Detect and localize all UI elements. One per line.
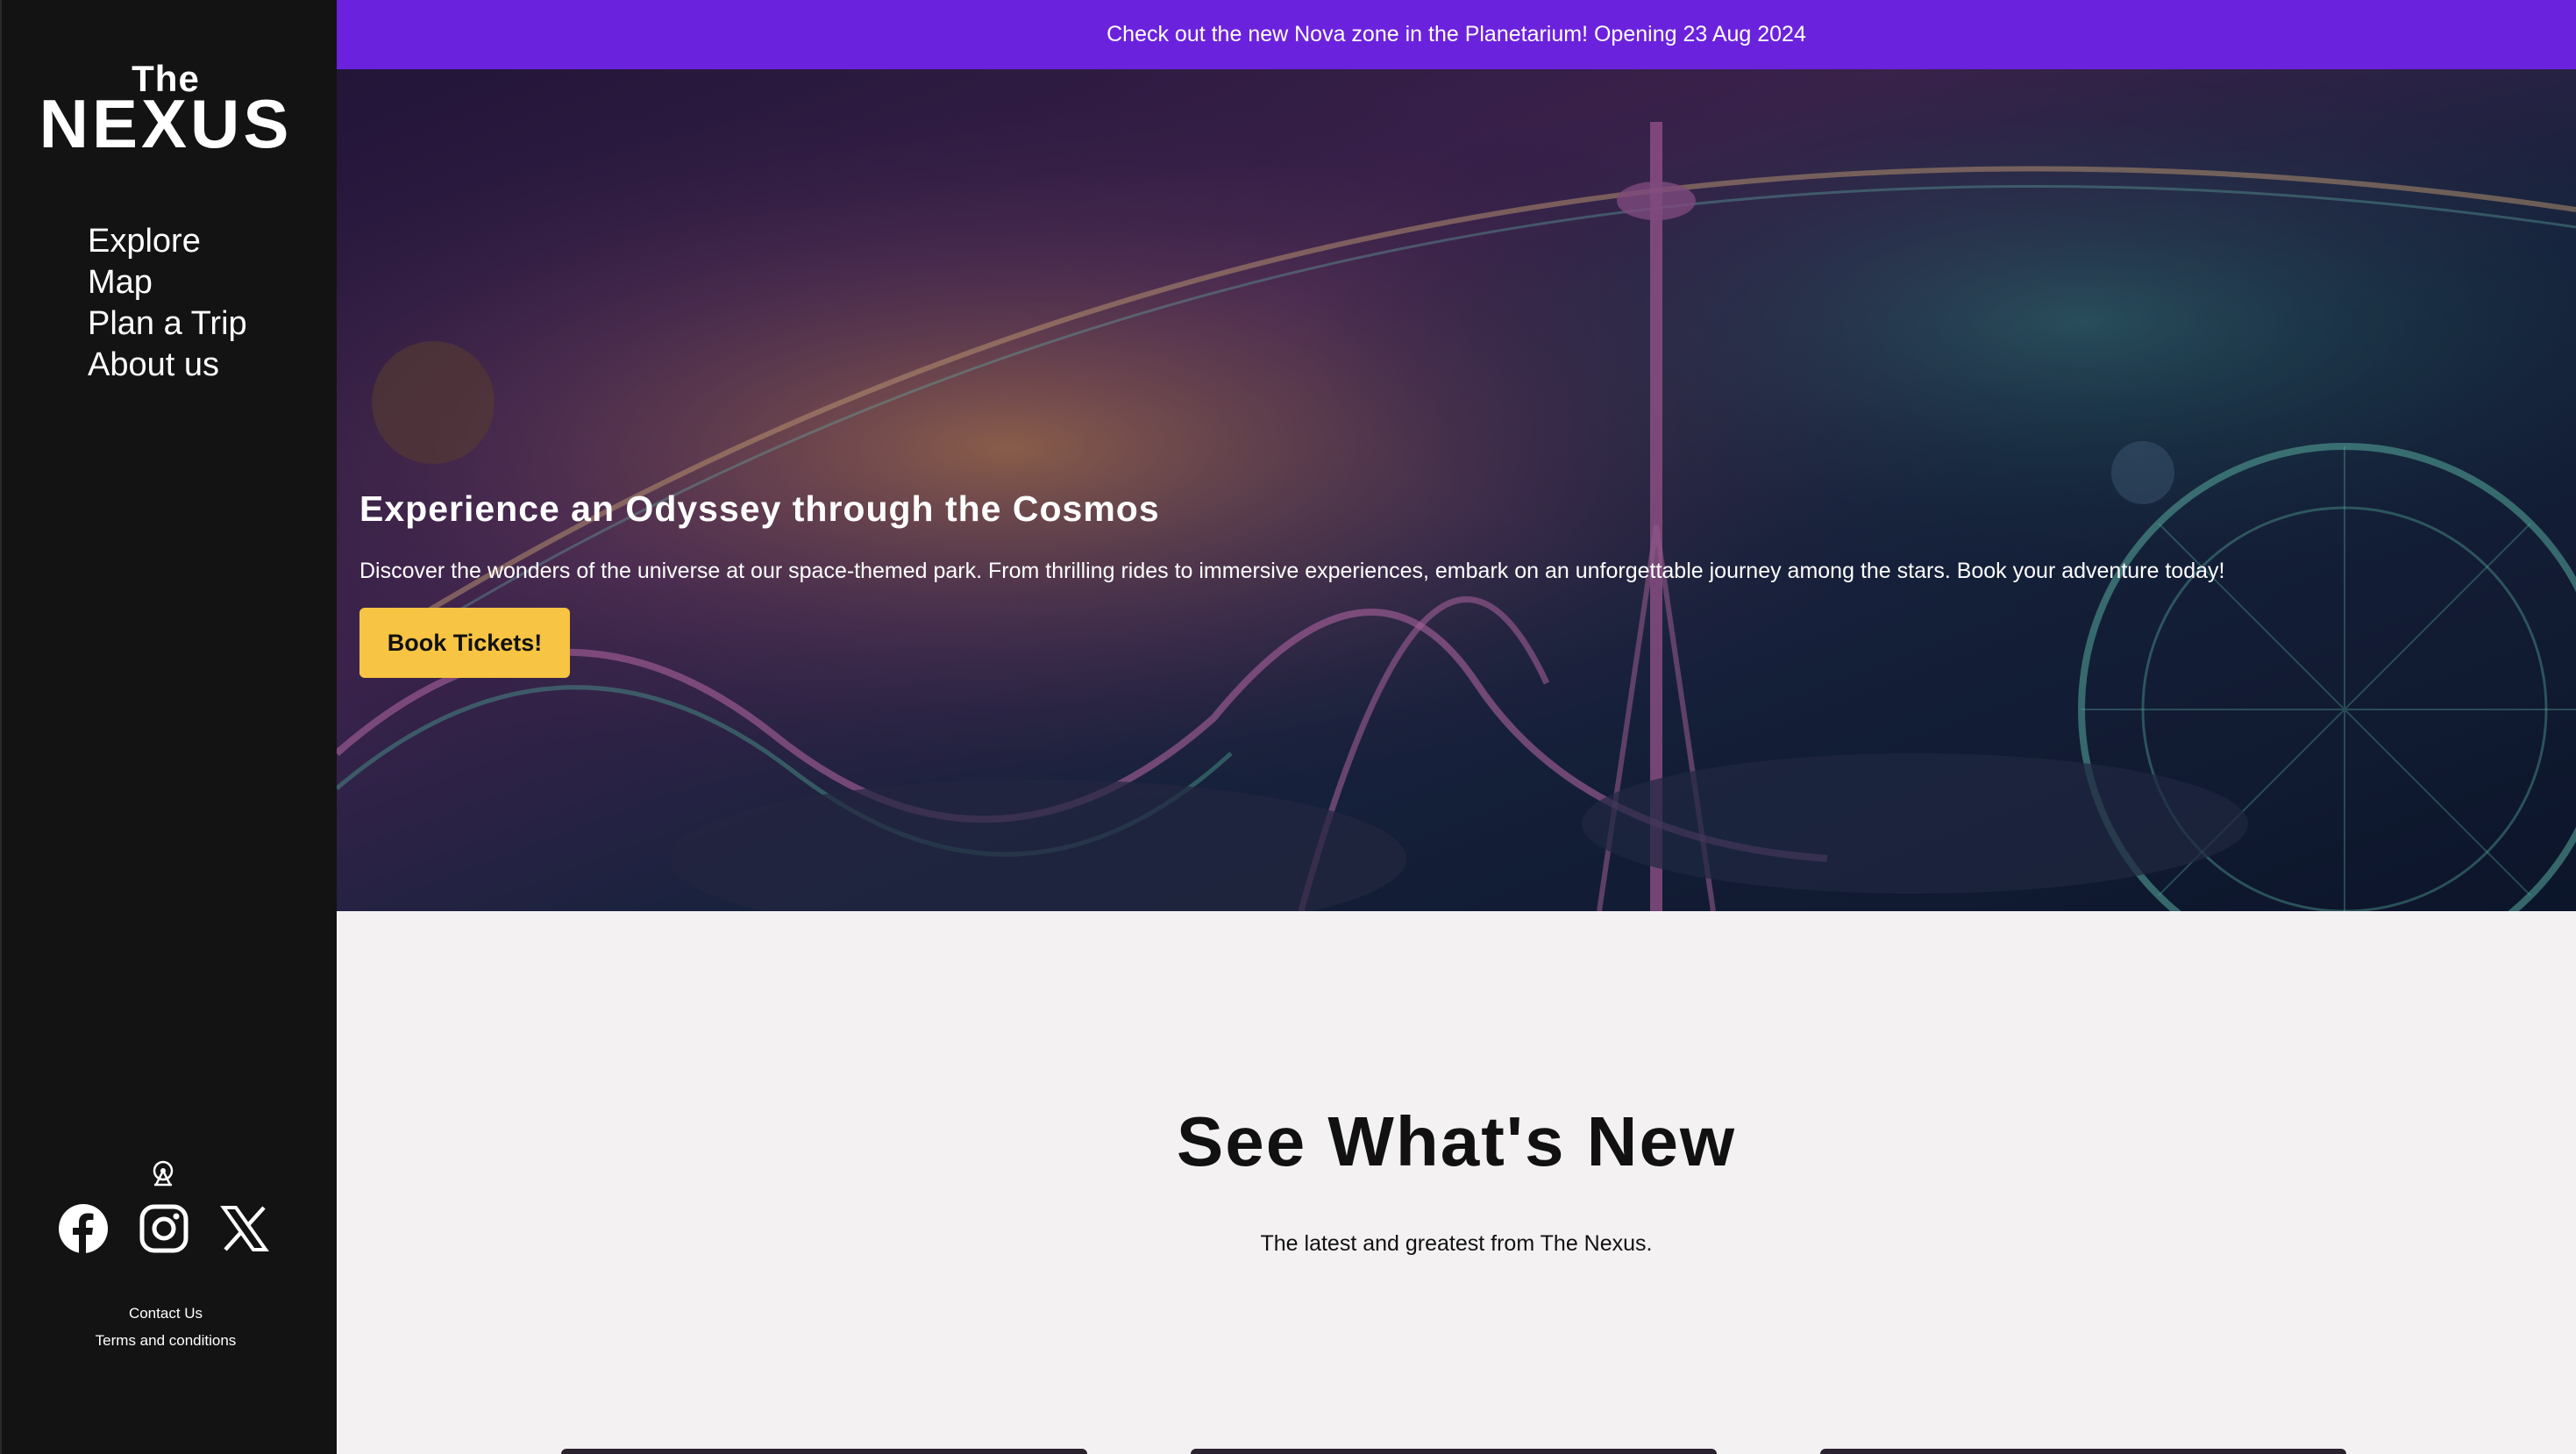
announcement-banner[interactable]: Check out the new Nova zone in the Plane… — [337, 0, 2576, 69]
nav-item-about-us[interactable]: About us — [88, 345, 247, 386]
sidebar: The NEXUS Explore Map Plan a Trip About … — [0, 0, 337, 1454]
nav-item-plan-a-trip[interactable]: Plan a Trip — [88, 303, 247, 345]
contact-us-link[interactable]: Contact Us — [2, 1300, 330, 1327]
book-tickets-button[interactable]: Book Tickets! — [359, 608, 570, 678]
instagram-icon[interactable] — [139, 1203, 189, 1254]
whats-new-title: See What's New — [1176, 1102, 1737, 1180]
x-icon[interactable] — [219, 1203, 270, 1254]
whats-new-subtitle: The latest and greatest from The Nexus. — [1260, 1231, 1653, 1256]
facebook-icon[interactable] — [58, 1203, 109, 1254]
news-card-3[interactable] — [1820, 1449, 2346, 1454]
nav-item-explore[interactable]: Explore — [88, 221, 247, 262]
hero-title: Experience an Odyssey through the Cosmos — [359, 488, 1160, 529]
news-card-2[interactable] — [1191, 1449, 1717, 1454]
footer-links: Contact Us Terms and conditions — [2, 1300, 330, 1354]
terms-link[interactable]: Terms and conditions — [2, 1327, 330, 1354]
hero-section: Experience an Odyssey through the Cosmos… — [337, 69, 2576, 911]
nav-item-map[interactable]: Map — [88, 262, 247, 303]
hero-description: Discover the wonders of the universe at … — [359, 559, 2225, 583]
announcement-text[interactable]: Check out the new Nova zone in the Plane… — [1107, 22, 1806, 47]
social-links — [58, 1203, 270, 1254]
main-nav: Explore Map Plan a Trip About us — [88, 221, 247, 386]
logo-line-2[interactable]: NEXUS — [2, 89, 330, 158]
ferris-wheel-icon — [153, 1160, 174, 1187]
news-card-1[interactable] — [561, 1449, 1087, 1454]
